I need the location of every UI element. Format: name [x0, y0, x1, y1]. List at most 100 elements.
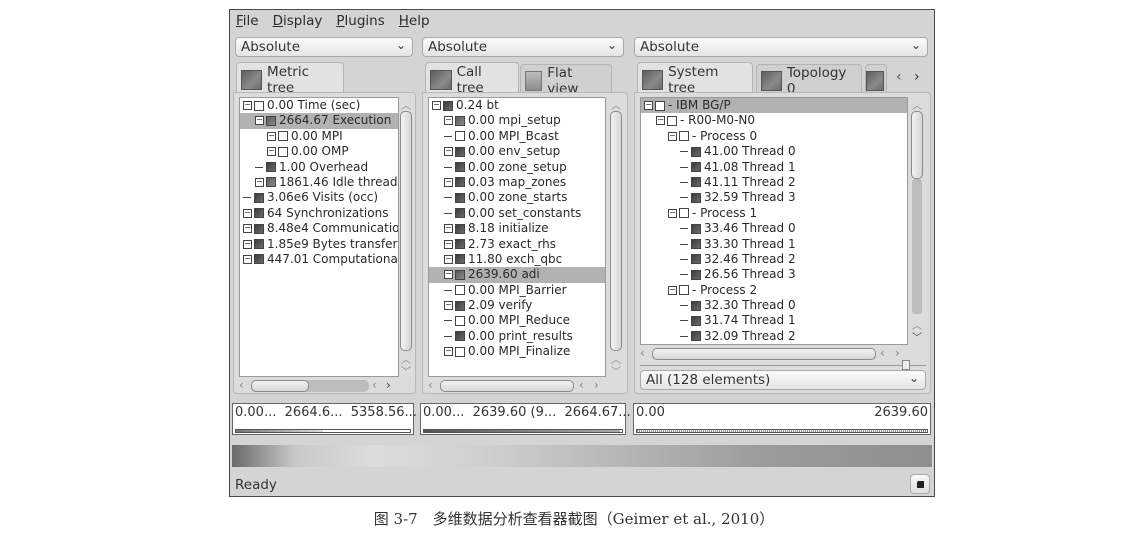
tree-row[interactable]: 0.00 print_results: [429, 329, 605, 344]
collapse-toggle-icon[interactable]: −: [444, 147, 453, 157]
call-vscroll-thumb[interactable]: [610, 111, 622, 351]
call-hscroll-thumb[interactable]: [440, 380, 574, 392]
tree-row[interactable]: 33.46 Thread 0: [641, 221, 907, 236]
collapse-toggle-icon[interactable]: −: [243, 254, 252, 264]
system-value-mode-select[interactable]: Absolute ⌄: [634, 37, 928, 57]
metric-vscroll[interactable]: ︿ ︿ ﹀: [399, 97, 413, 378]
call-tree[interactable]: −0.24 bt −0.00 mpi_setup 0.00 MPI_Bcast −0.…: [428, 97, 606, 377]
tree-row[interactable]: 32.30 Thread 0: [641, 298, 907, 313]
tree-row[interactable]: − 64 Synchronizations: [240, 206, 398, 221]
tree-row[interactable]: 0.00 zone_starts: [429, 190, 605, 205]
tab-scroll-right-icon[interactable]: ›: [914, 69, 920, 85]
scroll-down-icon[interactable]: ﹀: [609, 363, 623, 378]
tree-row[interactable]: − - R00-M0-N0: [641, 113, 907, 128]
tree-row[interactable]: − 0.03 map_zones: [429, 175, 605, 190]
tree-row[interactable]: − 0.00 MPI_Finalize: [429, 344, 605, 359]
system-vscroll-track[interactable]: [912, 179, 922, 314]
collapse-toggle-icon[interactable]: −: [444, 254, 453, 264]
tree-row[interactable]: − 0.24 bt: [429, 98, 605, 113]
tree-row[interactable]: − 0.00 OMP: [240, 144, 398, 159]
collapse-toggle-icon[interactable]: −: [668, 131, 677, 141]
collapse-toggle-icon[interactable]: −: [444, 224, 453, 234]
tree-row[interactable]: − - Process 2: [641, 283, 907, 298]
collapse-toggle-icon[interactable]: −: [267, 131, 276, 141]
tab-flat-view[interactable]: Flat view: [520, 64, 612, 97]
call-value-mode-select[interactable]: Absolute ⌄: [422, 37, 624, 57]
tab-call-tree[interactable]: Call tree: [425, 62, 519, 96]
system-hscroll-thumb[interactable]: [652, 348, 876, 360]
tree-row[interactable]: − 8.18 initialize: [429, 221, 605, 236]
tree-row[interactable]: 3.06e6 Visits (occ): [240, 190, 398, 205]
tree-row[interactable]: 0.00 MPI_Bcast: [429, 129, 605, 144]
scroll-up-icon[interactable]: ︿: [399, 97, 413, 112]
system-slider-handle[interactable]: [902, 360, 910, 370]
tree-row[interactable]: − - IBM BG/P: [641, 98, 907, 114]
system-vscroll-thumb[interactable]: [911, 111, 923, 179]
tree-row[interactable]: 0.00 zone_setup: [429, 160, 605, 175]
collapse-toggle-icon[interactable]: −: [444, 239, 453, 249]
scroll-left-icon[interactable]: ‹: [239, 378, 244, 392]
metric-value-mode-select[interactable]: Absolute ⌄: [235, 37, 413, 57]
tree-row[interactable]: − 1861.46 Idle threads: [240, 175, 398, 190]
system-vscroll[interactable]: ︿ ︿ ﹀: [910, 97, 924, 345]
metric-vscroll-thumb[interactable]: [400, 111, 412, 351]
tree-row[interactable]: 1.00 Overhead: [240, 160, 398, 175]
tab-more[interactable]: [865, 64, 887, 92]
tree-row[interactable]: 32.46 Thread 2: [641, 252, 907, 267]
tree-row[interactable]: − 1.85e9 Bytes transferred: [240, 237, 398, 252]
tree-row[interactable]: − 0.00 Time (sec): [240, 98, 398, 113]
call-hscroll[interactable]: ‹ ‹ ›: [428, 378, 624, 393]
tree-row[interactable]: 41.08 Thread 1: [641, 160, 907, 175]
collapse-toggle-icon[interactable]: −: [668, 208, 677, 218]
tree-row[interactable]: − 447.01 Computational imbalance: [240, 252, 398, 267]
scroll-right-icon[interactable]: ›: [895, 346, 900, 360]
scroll-right-icon[interactable]: ›: [594, 378, 599, 392]
tab-system-tree[interactable]: System tree: [637, 62, 753, 96]
tree-row[interactable]: − 2.73 exact_rhs: [429, 237, 605, 252]
call-vscroll[interactable]: ︿ ︿ ﹀: [609, 97, 623, 378]
scroll-left-icon[interactable]: ‹: [640, 346, 645, 360]
system-tree[interactable]: − - IBM BG/P − - R00-M0-N0− - Process 0 41.00…: [640, 97, 908, 345]
menu-plugins[interactable]: Plugins: [336, 10, 391, 34]
tree-row[interactable]: − 11.80 exch_qbc: [429, 252, 605, 267]
scroll-left-icon[interactable]: ‹: [372, 378, 377, 392]
tree-row[interactable]: − - Process 0: [641, 129, 907, 144]
tab-scroll-left-icon[interactable]: ‹: [896, 69, 902, 85]
tree-row[interactable]: − 2.09 verify: [429, 298, 605, 313]
tree-row[interactable]: 0.00 MPI_Barrier: [429, 283, 605, 298]
scroll-left-icon[interactable]: ‹: [880, 346, 885, 360]
scroll-down-icon[interactable]: ﹀: [910, 329, 924, 344]
tree-row[interactable]: − 0.00 MPI: [240, 129, 398, 144]
collapse-toggle-icon[interactable]: −: [444, 301, 453, 311]
scroll-down-icon[interactable]: ﹀: [399, 363, 413, 378]
tree-row[interactable]: − 2664.67 Execution: [240, 113, 398, 129]
tree-row[interactable]: 32.59 Thread 3: [641, 190, 907, 205]
menu-display[interactable]: Display: [273, 10, 330, 34]
collapse-toggle-icon[interactable]: −: [656, 116, 665, 126]
tab-topology-0[interactable]: Topology 0: [756, 64, 862, 97]
system-hscroll[interactable]: ‹ ‹ ›: [640, 346, 910, 361]
scroll-left-icon[interactable]: ‹: [579, 378, 584, 392]
tree-row[interactable]: − - Process 1: [641, 206, 907, 221]
tree-row[interactable]: 26.56 Thread 3: [641, 267, 907, 282]
tree-row[interactable]: − 2639.60 adi: [429, 267, 605, 283]
metric-hscroll-thumb[interactable]: [251, 380, 309, 392]
tree-row[interactable]: − 0.00 mpi_setup: [429, 113, 605, 128]
tree-row[interactable]: − 8.48e4 Communications: [240, 221, 398, 236]
tab-metric-tree[interactable]: Metric tree: [236, 62, 344, 96]
collapse-toggle-icon[interactable]: −: [432, 101, 441, 110]
collapse-toggle-icon[interactable]: −: [243, 224, 252, 234]
tree-row[interactable]: − 0.00 env_setup: [429, 144, 605, 159]
scroll-right-icon[interactable]: ›: [386, 378, 391, 392]
system-filter-select[interactable]: All (128 elements) ⌄: [640, 370, 926, 390]
tree-row[interactable]: 33.30 Thread 1: [641, 237, 907, 252]
scroll-up-icon[interactable]: ︿: [609, 97, 623, 112]
collapse-toggle-icon[interactable]: −: [444, 270, 453, 280]
tree-row[interactable]: 32.09 Thread 2: [641, 329, 907, 344]
system-slider-track[interactable]: [640, 365, 926, 366]
collapse-toggle-icon[interactable]: −: [444, 177, 453, 187]
metric-hscroll[interactable]: ‹ ‹ ›: [239, 378, 414, 393]
tree-row[interactable]: 31.74 Thread 1: [641, 313, 907, 328]
collapse-toggle-icon[interactable]: −: [243, 101, 252, 110]
collapse-toggle-icon[interactable]: −: [644, 101, 653, 110]
